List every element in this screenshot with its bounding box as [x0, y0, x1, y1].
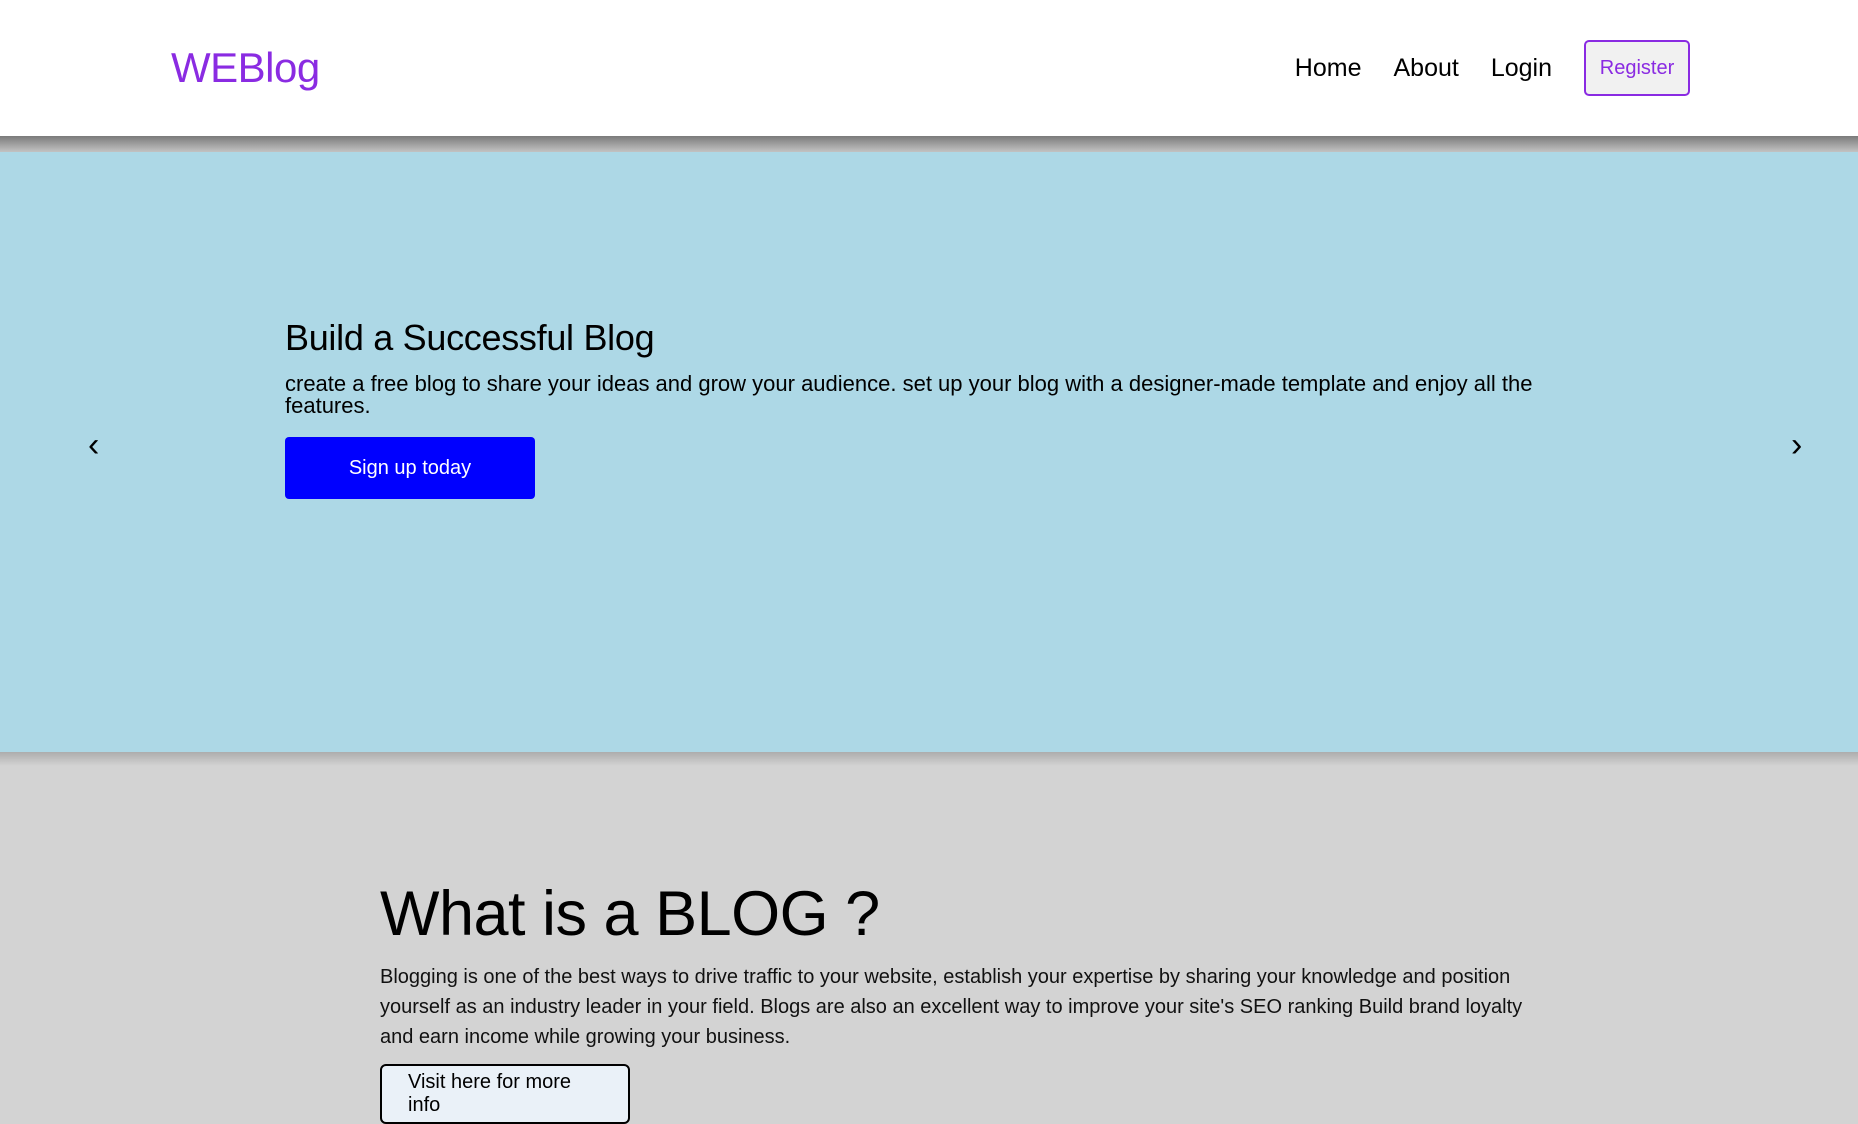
carousel-next-icon[interactable]: ›	[1791, 428, 1802, 462]
nav-about-link[interactable]: About	[1393, 54, 1458, 83]
hero-carousel: ‹ Build a Successful Blog create a free …	[0, 152, 1858, 752]
hero-shadow	[0, 752, 1858, 766]
about-title: What is a BLOG ?	[380, 879, 880, 949]
hero-slide: Build a Successful Blog create a free bl…	[285, 317, 1585, 499]
carousel-prev-icon[interactable]: ‹	[88, 428, 99, 462]
hero-description: create a free blog to share your ideas a…	[285, 371, 1533, 418]
site-logo[interactable]: WEBlog	[171, 44, 320, 92]
header-shadow	[0, 136, 1858, 152]
visit-more-info-button[interactable]: Visit here for more info	[380, 1064, 630, 1124]
nav-login-link[interactable]: Login	[1491, 54, 1552, 83]
main-nav: Home About Login Register	[1295, 40, 1690, 96]
signup-button[interactable]: Sign up today	[285, 437, 535, 499]
about-description: Blogging is one of the best ways to driv…	[380, 966, 1523, 1048]
about-section: What is a BLOG ? Blogging is one of the …	[380, 878, 1540, 1124]
hero-title: Build a Successful Blog	[285, 317, 655, 358]
site-header: WEBlog Home About Login Register	[0, 0, 1858, 136]
register-button[interactable]: Register	[1584, 40, 1690, 96]
nav-home-link[interactable]: Home	[1295, 54, 1362, 83]
